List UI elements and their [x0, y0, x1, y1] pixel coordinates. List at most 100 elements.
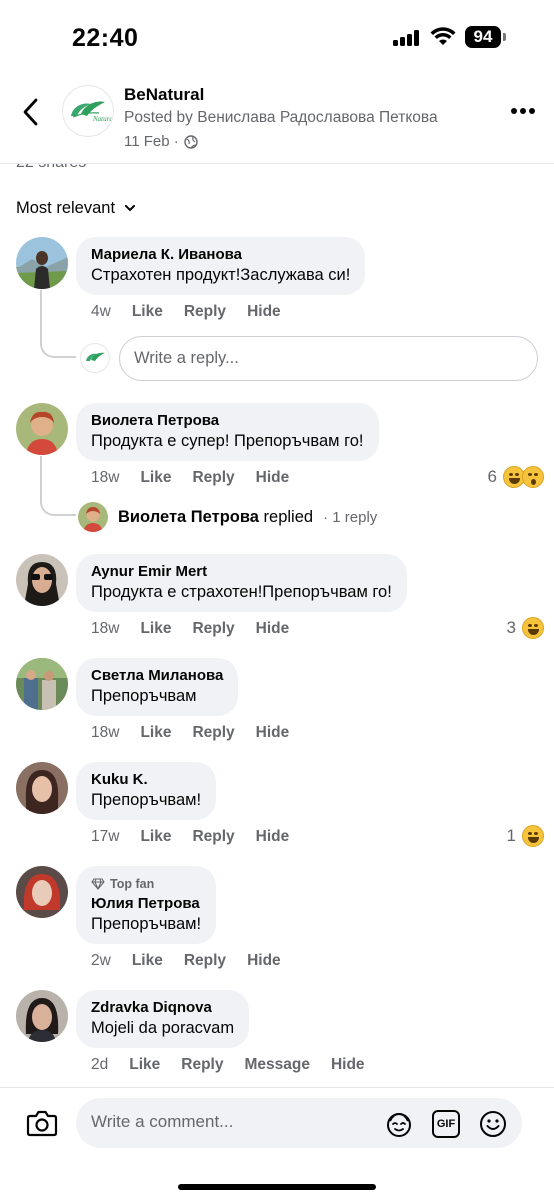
avatar[interactable] [16, 554, 68, 606]
battery-icon: 94 [465, 26, 501, 48]
thread-line [40, 290, 76, 358]
hide-button[interactable]: Hide [256, 828, 290, 846]
avatar[interactable] [16, 403, 68, 455]
comment-bubble[interactable]: Виолета Петрова Продукта е супер! Препор… [76, 403, 379, 461]
hide-button[interactable]: Hide [247, 303, 281, 321]
like-button[interactable]: Like [132, 303, 163, 321]
haha-reaction-icon [522, 825, 544, 847]
reply-button[interactable]: Reply [192, 620, 234, 638]
comment-actions: 17w Like Reply Hide [91, 828, 310, 846]
home-indicator [178, 1184, 376, 1190]
status-time: 22:40 [72, 24, 139, 52]
post-date-text: 11 Feb · [124, 133, 179, 150]
like-button[interactable]: Like [132, 952, 163, 970]
comment-age: 4w [91, 303, 111, 320]
reply-button[interactable]: Reply [192, 724, 234, 742]
wifi-icon [430, 27, 456, 45]
signal-icon [393, 30, 421, 46]
page-name[interactable]: BeNatural [124, 85, 204, 105]
commenter-name[interactable]: Мариела К. Иванова [91, 246, 350, 263]
avatar[interactable] [16, 762, 68, 814]
like-button[interactable]: Like [140, 620, 171, 638]
comment-actions: 18w Like Reply Hide [91, 469, 310, 487]
globe-icon [184, 134, 198, 149]
like-button[interactable]: Like [129, 1056, 160, 1074]
avatar[interactable] [16, 990, 68, 1042]
comment-text: Препоръчвам! [91, 915, 202, 933]
comment-age: 17w [91, 828, 120, 845]
camera-icon[interactable] [26, 1108, 58, 1138]
status-bar: 22:40 94 [0, 0, 554, 76]
back-arrow-icon[interactable] [16, 94, 46, 130]
avatar[interactable] [16, 237, 68, 289]
commenter-name[interactable]: Kuku K. [91, 771, 201, 788]
sort-label: Most relevant [16, 199, 116, 217]
comment-bubble[interactable]: Светла Миланова Препоръчвам [76, 658, 239, 716]
comment-text: Страхотен продукт!Заслужава си! [91, 266, 351, 284]
comment-bubble[interactable]: Top fan Юлия Петрова Препоръчвам! [76, 866, 217, 944]
battery-tip [503, 33, 506, 41]
comment-actions: 18w Like Reply Hide [91, 620, 310, 638]
like-button[interactable]: Like [140, 724, 171, 742]
reply-button[interactable]: Reply [192, 828, 234, 846]
comment-bubble[interactable]: Aynur Emir Mert Продукта е страхотен!Пре… [76, 554, 407, 612]
commenter-name[interactable]: Виолета Петрова [91, 412, 364, 429]
comment-bubble[interactable]: Zdravka Diqnova Mojeli da poracvam [76, 990, 250, 1048]
comment-age: 18w [91, 724, 120, 741]
reply-button[interactable]: Reply [184, 952, 226, 970]
comment-input[interactable]: Write a comment... GIF [76, 1098, 522, 1148]
hide-button[interactable]: Hide [247, 952, 281, 970]
comment-text: Mojeli da poracvam [91, 1019, 235, 1037]
replied-label: replied [263, 507, 314, 526]
sort-dropdown[interactable]: Most relevant [16, 199, 136, 218]
reaction-count: 1 [506, 826, 516, 845]
reaction-count: 6 [487, 467, 497, 486]
commenter-name[interactable]: Светла Миланова [91, 667, 223, 684]
replier-name[interactable]: Виолета Петрова [118, 508, 259, 526]
hide-button[interactable]: Hide [256, 620, 290, 638]
comment-composer: Write a comment... GIF [0, 1087, 554, 1200]
comment-text: Продукта е супер! Препоръчвам го! [91, 432, 364, 450]
more-options-icon[interactable] [510, 106, 538, 116]
comment-actions: 4w Like Reply Hide [91, 303, 302, 321]
reply-button[interactable]: Reply [192, 469, 234, 487]
reactions[interactable]: 6 [488, 466, 544, 488]
avatar[interactable] [16, 658, 68, 710]
hide-button[interactable]: Hide [256, 469, 290, 487]
commenter-name[interactable]: Юлия Петрова [91, 895, 201, 912]
hide-button[interactable]: Hide [331, 1056, 365, 1074]
view-replies[interactable]: Виолета Петрова replied · 1 reply [78, 502, 377, 532]
reply-avatar [78, 502, 108, 532]
comment-actions: 2w Like Reply Hide [91, 952, 302, 970]
comment-text: Препоръчвам [91, 687, 197, 705]
gif-icon[interactable]: GIF [432, 1110, 460, 1138]
comment-bubble[interactable]: Kuku K. Препоръчвам! [76, 762, 217, 820]
reply-button[interactable]: Reply [181, 1056, 223, 1074]
post-date: 11 Feb · [124, 133, 198, 150]
reply-input[interactable]: Write a reply... [119, 336, 538, 381]
reply-button[interactable]: Reply [184, 303, 226, 321]
comment-age: 2d [91, 1056, 109, 1073]
like-button[interactable]: Like [140, 469, 171, 487]
message-button[interactable]: Message [244, 1056, 309, 1074]
comment-bubble[interactable]: Мариела К. Иванова Страхотен продукт!Зас… [76, 237, 366, 295]
wow-reaction-icon [522, 466, 544, 488]
hide-button[interactable]: Hide [256, 724, 290, 742]
logo-text: Natural [92, 115, 114, 123]
thread-line [40, 456, 76, 516]
emoji-icon[interactable] [479, 1110, 507, 1138]
page-logo[interactable]: Natural [62, 85, 114, 137]
avatar[interactable] [16, 866, 68, 918]
diamond-icon [91, 878, 105, 890]
commenter-name[interactable]: Aynur Emir Mert [91, 563, 392, 580]
avatar-sticker-icon[interactable] [385, 1110, 413, 1138]
reactions[interactable]: 3 [507, 617, 544, 639]
top-fan-label: Top fan [110, 877, 155, 891]
comment-actions: 2d Like Reply Message Hide [91, 1056, 386, 1074]
commenter-name[interactable]: Zdravka Diqnova [91, 999, 234, 1016]
posted-by[interactable]: Posted by Венислава Радославова Петкова [124, 109, 438, 127]
like-button[interactable]: Like [140, 828, 171, 846]
comment-age: 18w [91, 620, 120, 637]
reactions[interactable]: 1 [507, 825, 544, 847]
reply-count: · 1 reply [323, 508, 378, 526]
